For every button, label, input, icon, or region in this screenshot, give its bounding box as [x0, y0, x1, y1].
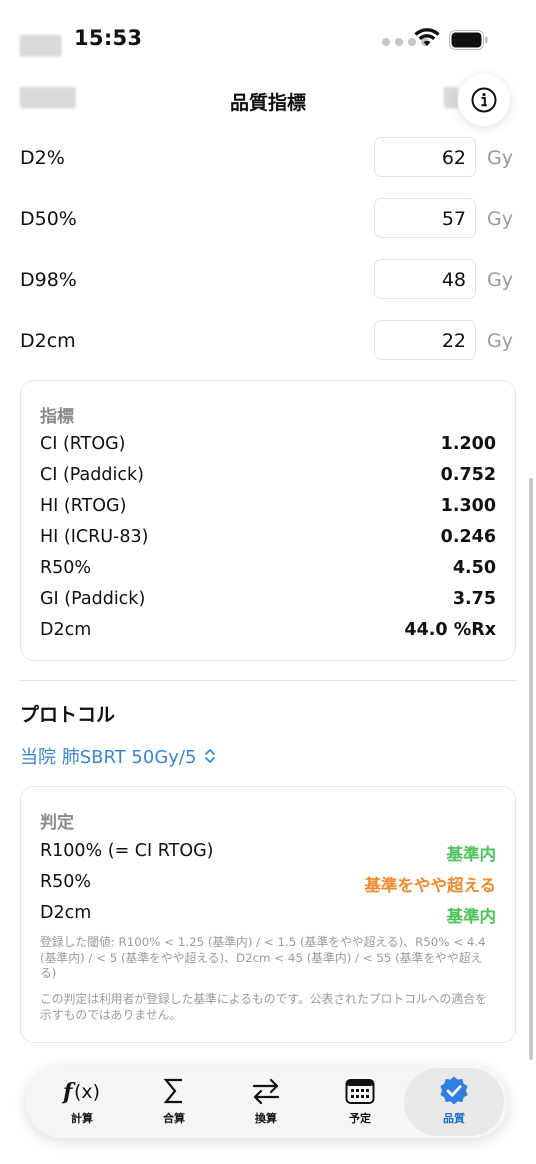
dose-row-d2: D2% 62 Gy	[0, 137, 536, 181]
metric-label: R50%	[40, 558, 92, 578]
judgement-row: R100% (= CI RTOG) 基準内	[40, 841, 496, 867]
status-bar: 15:53	[0, 0, 536, 80]
dose-unit: Gy	[487, 330, 513, 352]
function-icon: f (x)	[36, 1076, 128, 1106]
metric-value: 0.752	[440, 465, 496, 485]
judgement-result: 基準をやや超える	[364, 876, 496, 895]
wifi-icon	[414, 28, 440, 46]
judgement-label: D2cm	[40, 903, 92, 923]
metric-row: R50% 4.50	[40, 558, 496, 584]
metric-row: CI (Paddick) 0.752	[40, 465, 496, 491]
tab-quality[interactable]: 品質	[404, 1068, 504, 1136]
judgement-result: 基準内	[446, 845, 497, 864]
metric-label: D2cm	[40, 620, 92, 640]
checkmark-seal-icon	[404, 1076, 504, 1106]
tab-label: 品質	[443, 1112, 465, 1125]
tab-sum[interactable]: 合算	[128, 1066, 220, 1138]
tab-bar: f (x) 計算 合算 換算 予定 品質	[26, 1066, 508, 1138]
metrics-card: 指標 CI (RTOG) 1.200 CI (Paddick) 0.752 HI…	[20, 380, 516, 661]
tab-label: 合算	[163, 1112, 185, 1125]
metric-value: 4.50	[452, 558, 496, 578]
dose-label: D50%	[20, 208, 77, 230]
tab-label: 予定	[349, 1112, 371, 1125]
sum-icon	[128, 1076, 220, 1106]
navigation-bar: 品質指標	[0, 80, 536, 126]
svg-text:(x): (x)	[74, 1081, 100, 1103]
protocol-selected: 当院 肺SBRT 50Gy/5	[20, 747, 197, 768]
tab-convert[interactable]: 換算	[220, 1066, 312, 1138]
dose-d2cm-field[interactable]: 22	[374, 320, 476, 360]
dose-unit: Gy	[487, 269, 513, 291]
metric-row: HI (RTOG) 1.300	[40, 496, 496, 522]
scrollbar[interactable]	[529, 478, 533, 1060]
protocol-picker[interactable]: 当院 肺SBRT 50Gy/5	[20, 743, 216, 769]
metric-row: D2cm 44.0 %Rx	[40, 620, 496, 646]
dose-label: D2%	[20, 147, 65, 169]
dose-unit: Gy	[487, 208, 513, 230]
judgement-result: 基準内	[446, 907, 497, 926]
dose-unit: Gy	[487, 147, 513, 169]
metric-value: 3.75	[452, 589, 496, 609]
metric-value: 1.200	[440, 434, 496, 454]
judgement-row: R50% 基準をやや超える	[40, 872, 496, 898]
page-title: 品質指標	[229, 92, 306, 114]
metrics-header: 指標	[40, 407, 74, 427]
tab-schedule[interactable]: 予定	[314, 1066, 406, 1138]
dose-row-d50: D50% 57 Gy	[0, 198, 536, 242]
metric-value: 0.246	[440, 527, 496, 547]
tab-label: 換算	[255, 1112, 277, 1125]
judgement-card: 判定 R100% (= CI RTOG) 基準内 R50% 基準をやや超える D…	[20, 786, 516, 1043]
metric-label: CI (RTOG)	[40, 434, 126, 454]
disclaimer-note: この判定は利用者が登録した基準によるものです。公表されたプロトコルへの適合を示す…	[40, 992, 487, 1022]
metric-label: HI (ICRU-83)	[40, 527, 149, 547]
scrolled-content-ghost: ███	[20, 36, 62, 57]
metric-value: 1.300	[440, 496, 496, 516]
metric-row: CI (RTOG) 1.200	[40, 434, 496, 460]
dose-d2-field[interactable]: 62	[374, 137, 476, 177]
protocol-section-title: プロトコル	[20, 704, 116, 726]
info-button[interactable]	[458, 74, 510, 126]
dose-row-d98: D98% 48 Gy	[0, 259, 536, 303]
battery-icon	[449, 30, 488, 50]
info-icon	[471, 87, 497, 113]
metric-label: HI (RTOG)	[40, 496, 127, 516]
calendar-icon	[314, 1076, 406, 1106]
tab-calculate[interactable]: f (x) 計算	[36, 1066, 128, 1138]
judgement-label: R100% (= CI RTOG)	[40, 841, 214, 861]
judgement-label: R50%	[40, 872, 92, 892]
metric-row: GI (Paddick) 3.75	[40, 589, 496, 615]
dose-row-d2cm: D2cm 22 Gy	[0, 320, 536, 364]
dose-label: D98%	[20, 269, 77, 291]
dose-label: D2cm	[20, 330, 76, 352]
tab-label: 計算	[71, 1112, 93, 1125]
metric-value: 44.0 %Rx	[404, 620, 496, 640]
section-divider	[20, 680, 516, 681]
chevron-up-down-icon	[205, 749, 216, 763]
status-time: 15:53	[74, 26, 143, 50]
metric-label: CI (Paddick)	[40, 465, 144, 485]
arrows-swap-icon	[220, 1076, 312, 1106]
judgement-header: 判定	[40, 813, 74, 833]
metric-row: HI (ICRU-83) 0.246	[40, 527, 496, 553]
dose-d98-field[interactable]: 48	[374, 259, 476, 299]
threshold-note: 登録した閾値: R100% < 1.25 (基準内) / < 1.5 (基準をや…	[40, 935, 486, 980]
metric-label: GI (Paddick)	[40, 589, 146, 609]
dose-d50-field[interactable]: 57	[374, 198, 476, 238]
judgement-row: D2cm 基準内	[40, 903, 496, 929]
